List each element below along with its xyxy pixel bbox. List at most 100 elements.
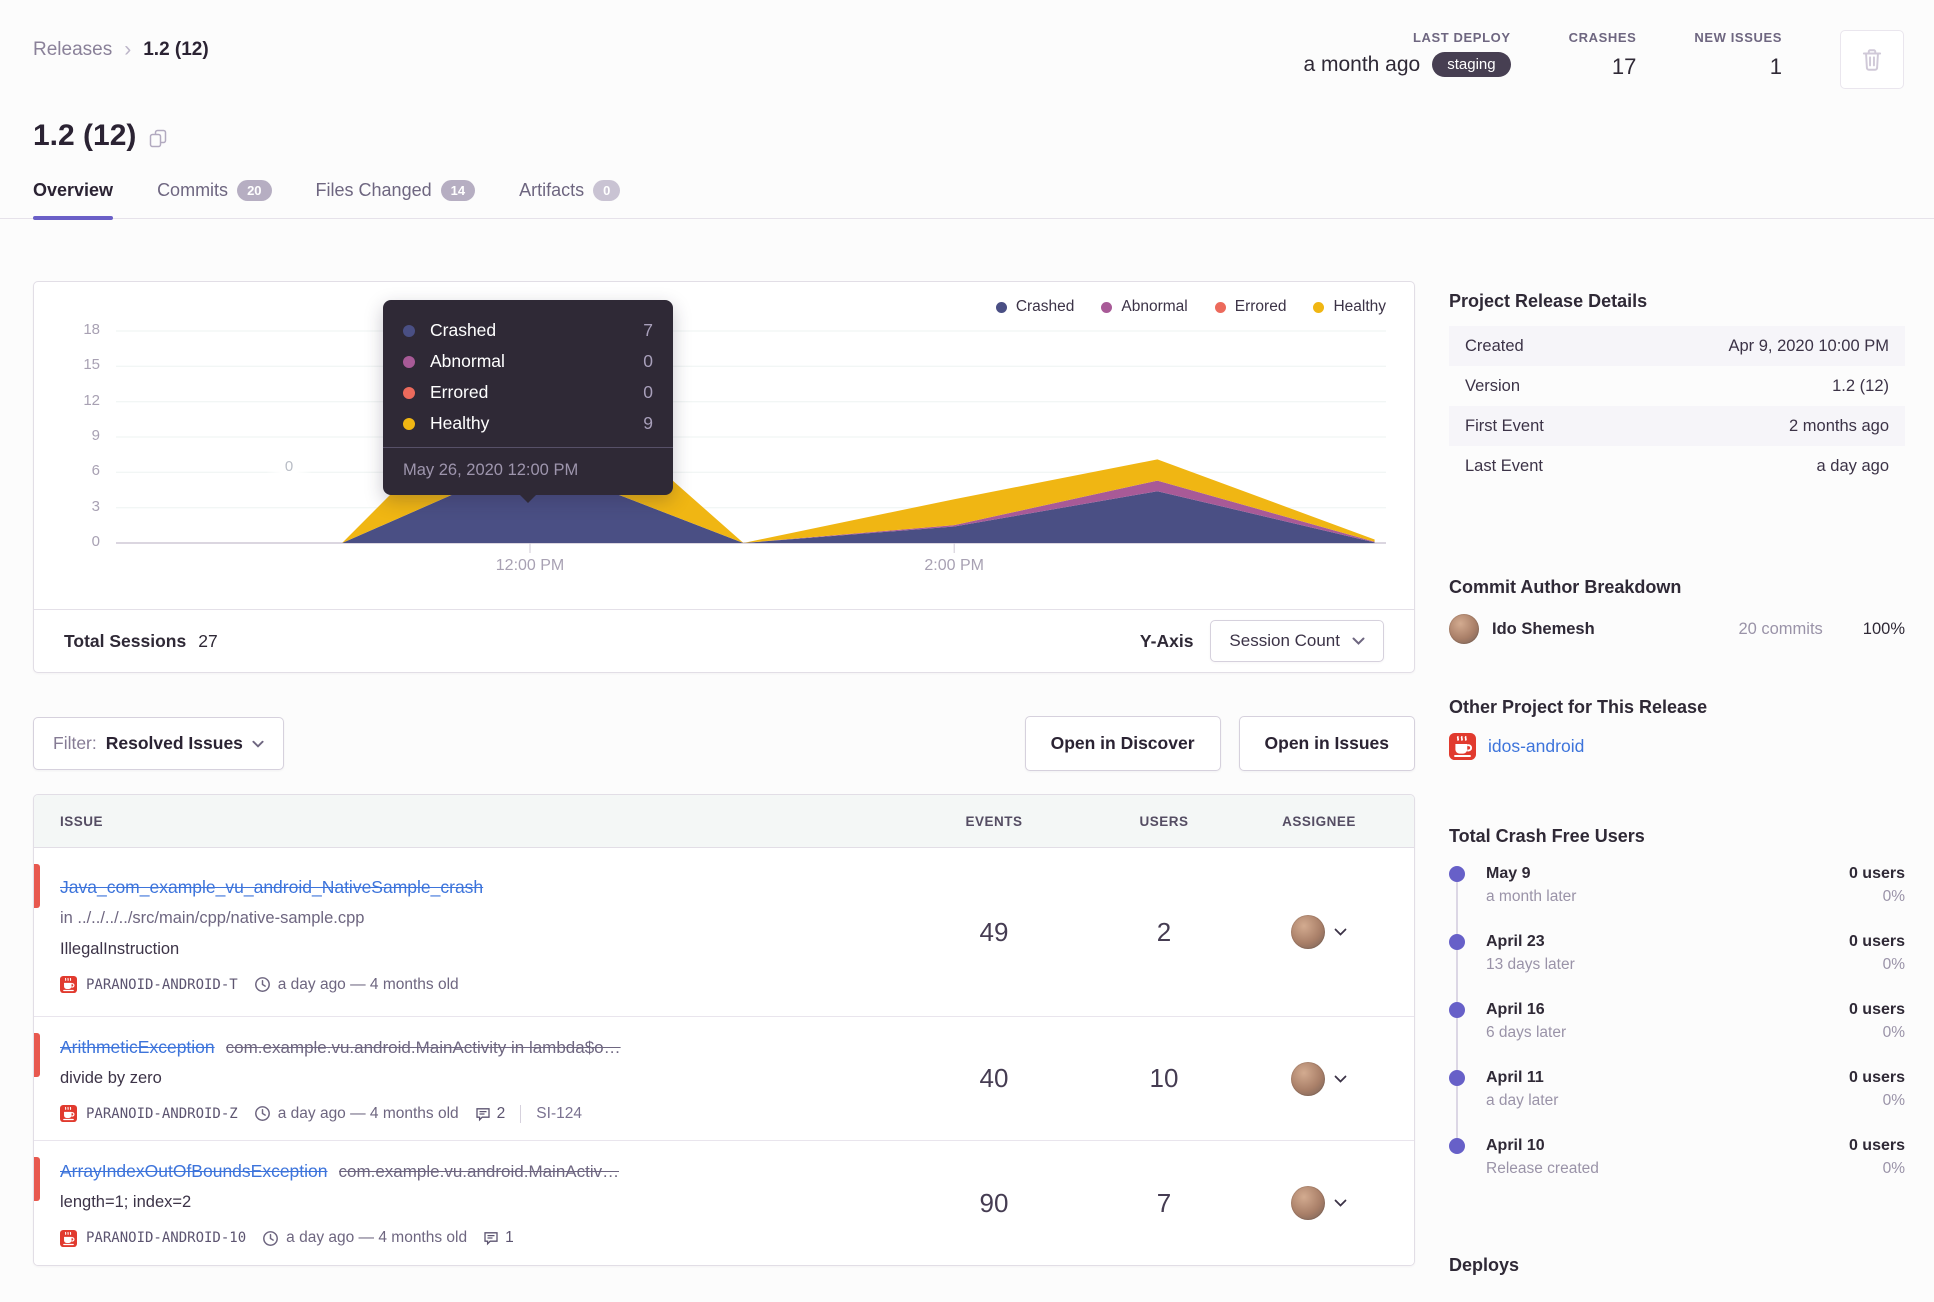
detail-label: First Event [1465,416,1544,435]
divider [520,1104,522,1123]
filter-value: Resolved Issues [105,733,243,753]
commit-author-section: Commit Author Breakdown Ido Shemesh 20 c… [1449,577,1905,644]
issue-short-id: SI-124 [536,1104,582,1122]
column-issue: ISSUE [60,813,104,829]
comment-count-value: 2 [496,1104,506,1122]
content: Crashed Abnormal Errored Healthy 0 3 6 9… [0,219,1934,1276]
legend-item-abnormal[interactable]: Abnormal [1101,298,1188,316]
assignee-dropdown[interactable] [1224,1186,1414,1220]
timeline-percent: 0% [1882,956,1905,973]
avatar [1291,1061,1325,1096]
avatar [1291,915,1325,949]
breadcrumb-releases-link[interactable]: Releases [33,39,112,61]
timeline-date: May 9 [1486,865,1531,882]
open-in-issues-button[interactable]: Open in Issues [1238,716,1415,771]
crashed-dot-icon [995,301,1007,313]
y-axis-select-value: Session Count [1229,631,1340,650]
project-slug: PARANOID-ANDROID-T [86,976,238,993]
clock-icon [254,1105,271,1122]
x-axis-tick-label: 12:00 PM [495,557,565,574]
timeline-dot-icon [1449,1138,1465,1154]
open-in-discover-button[interactable]: Open in Discover [1024,716,1221,771]
assignee-dropdown[interactable] [1224,915,1414,949]
top-header: Releases › 1.2 (12) LAST DEPLOY a month … [0,0,1934,89]
author-name: Ido Shemesh [1492,619,1595,638]
breadcrumb-chevron-icon: › [124,38,132,61]
crashed-dot-icon [403,324,415,337]
timeline-users: 0 users [1848,1001,1905,1018]
unresolved-indicator [34,1033,40,1077]
copy-icon [149,129,168,148]
legend-label-errored: Errored [1234,298,1287,315]
comment-icon [483,1230,499,1246]
other-project-link[interactable]: idos-android [1488,736,1584,757]
detail-value: 2 months ago [1789,416,1889,435]
page-title: 1.2 (12) [33,119,137,152]
detail-value: 1.2 (12) [1832,376,1889,395]
timeline-relative: a month later [1486,888,1577,905]
tooltip-healthy-value: 9 [643,413,653,433]
issue-events-count: 49 [979,916,1009,947]
y-axis-select[interactable]: Session Count [1210,620,1384,662]
timeline-date: April 23 [1486,933,1545,950]
project-release-details-section: Project Release Details Created Apr 9, 2… [1449,291,1905,486]
section-heading: Commit Author Breakdown [1449,577,1682,597]
chart-tooltip: Crashed 7 Abnormal 0 Errored 0 Healthy 9… [383,300,673,495]
list-item: April 23 0 users 13 days later 0% [1449,931,1905,1009]
issues-filter-select[interactable]: Filter: Resolved Issues [33,717,284,770]
chevron-down-icon [1352,637,1365,645]
tooltip-healthy-label: Healthy [430,413,490,433]
issue-title-link[interactable]: Java_com_example_vu_android_NativeSample… [60,872,483,903]
copy-version-button[interactable] [149,129,168,148]
project-slug: PARANOID-ANDROID-Z [86,1105,238,1122]
issue-age: a day ago — 4 months old [277,1104,459,1122]
y-axis-label: Y-Axis [1139,630,1194,651]
detail-value: a day ago [1816,456,1889,475]
legend-item-healthy[interactable]: Healthy [1313,298,1386,316]
timeline-date: April 11 [1486,1069,1544,1086]
tab-overview[interactable]: Overview [33,180,114,220]
comment-count: 1 [483,1229,514,1247]
detail-row-created: Created Apr 9, 2020 10:00 PM [1449,326,1905,366]
chart-watermark: 0 [266,443,312,489]
chevron-down-icon [252,740,264,748]
header-stats: LAST DEPLOY a month ago staging CRASHES … [1303,30,1904,89]
tooltip-date: May 26, 2020 12:00 PM [383,447,673,495]
stat-new-issues-value: 1 [1769,54,1782,79]
y-axis-tick-label: 15 [83,356,100,374]
tab-files-changed-label: Files Changed [315,180,432,200]
breadcrumb: Releases › 1.2 (12) [33,30,209,62]
avatar [1291,1186,1325,1220]
timeline-date: April 16 [1486,1001,1545,1018]
tab-files-changed[interactable]: Files Changed 14 [316,180,476,218]
tooltip-errored-label: Errored [430,382,489,402]
total-sessions-label: Total Sessions [64,630,187,651]
delete-release-button[interactable] [1840,30,1904,89]
deploys-section: Deploys [1449,1255,1905,1276]
stat-new-issues: NEW ISSUES 1 [1694,30,1782,80]
y-axis-tick-label: 9 [91,427,100,444]
issue-title-link[interactable]: ArrayIndexOutOfBoundsException [60,1156,328,1187]
timeline-users: 0 users [1848,1069,1905,1086]
stat-crashes-value: 17 [1611,54,1637,79]
section-heading: Other Project for This Release [1449,697,1708,717]
legend-item-errored[interactable]: Errored [1214,298,1287,316]
assignee-dropdown[interactable] [1224,1061,1414,1096]
timeline-users: 0 users [1848,865,1905,882]
timeline-date: April 10 [1486,1137,1545,1154]
healthy-dot-icon [1313,301,1325,313]
timeline-dot-icon [1449,934,1465,950]
stat-last-deploy-label: LAST DEPLOY [1413,30,1511,45]
issue-message: divide by zero [60,1068,162,1087]
issue-title-link[interactable]: ArithmeticException [60,1032,215,1063]
tab-artifacts[interactable]: Artifacts 0 [519,180,621,218]
timeline-users: 0 users [1848,933,1905,950]
unresolved-indicator [34,1157,40,1201]
tooltip-errored-value: 0 [643,382,653,402]
issue-events-count: 40 [979,1063,1009,1093]
tab-commits-label: Commits [157,180,229,200]
tab-commits[interactable]: Commits 20 [157,180,272,218]
sessions-chart: Crashed Abnormal Errored Healthy 0 3 6 9… [34,282,1414,609]
list-item: May 9 0 users a month later 0% [1449,863,1905,941]
legend-item-crashed[interactable]: Crashed [995,298,1074,316]
